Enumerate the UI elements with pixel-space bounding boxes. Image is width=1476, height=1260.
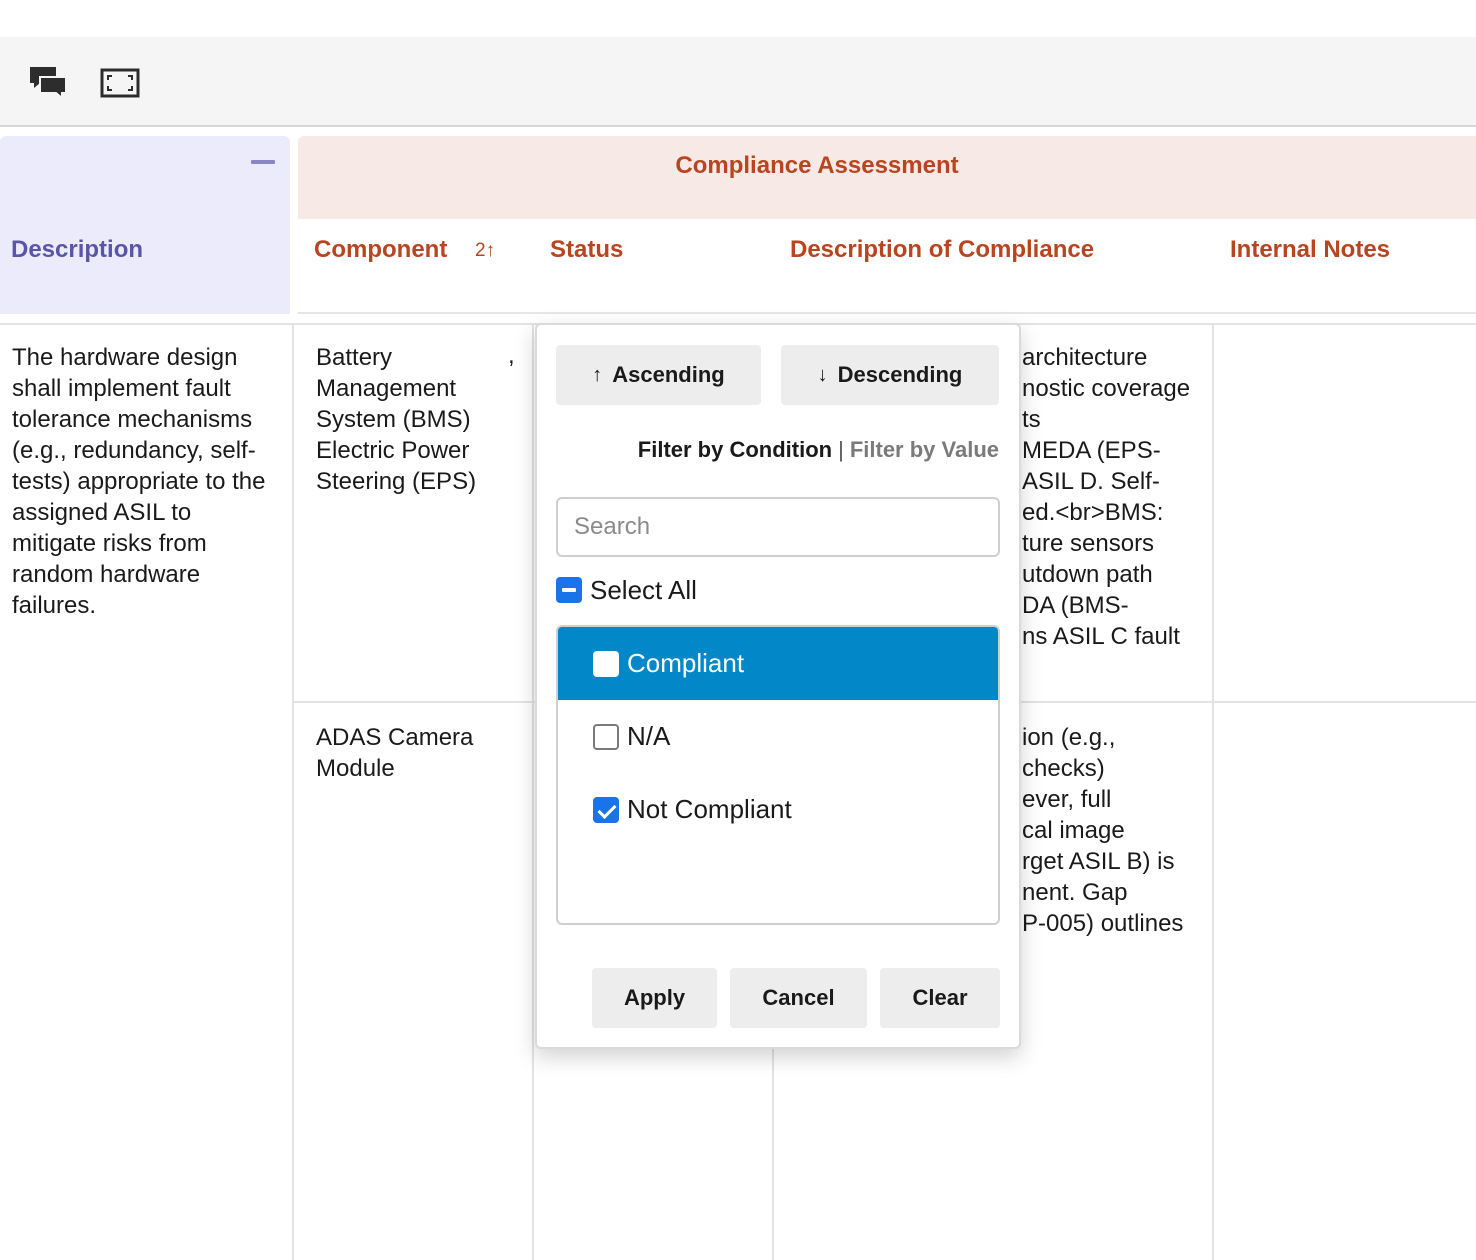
filter-option-not-compliant[interactable]: Not Compliant	[558, 773, 998, 846]
filter-value-list[interactable]: Compliant N/A Not Compliant	[556, 625, 1000, 925]
arrow-down-icon: ↓	[817, 363, 828, 386]
filter-option-compliant[interactable]: Compliant	[558, 627, 998, 700]
cell-line: ns ASIL C fault	[1022, 623, 1180, 650]
cell-line: nostic coverage	[1022, 375, 1191, 402]
filter-search-input[interactable]	[556, 497, 1000, 557]
cell-line: ever, full	[1022, 786, 1112, 813]
cell-line: ts	[1022, 406, 1041, 433]
select-all-checkbox[interactable]: Select All	[556, 574, 697, 606]
column-header-internal-notes[interactable]: Internal Notes	[1230, 236, 1390, 264]
cell-line: MEDA (EPS-	[1022, 437, 1161, 464]
table-cell-description[interactable]: The hardware design shall implement faul…	[12, 342, 277, 621]
checkbox-unchecked-icon[interactable]	[593, 723, 619, 750]
sort-descending-label: Descending	[837, 362, 963, 387]
sort-ascending-button[interactable]: ↑ Ascending	[556, 345, 761, 405]
toolbar	[0, 37, 1476, 127]
filter-by-condition-link[interactable]: Filter by Condition	[638, 437, 832, 462]
column-header-status[interactable]: Status	[550, 236, 623, 264]
cell-line: nent. Gap	[1022, 879, 1128, 906]
column-header-description-of-compliance[interactable]: Description of Compliance	[790, 236, 1094, 264]
arrow-up-icon: ↑	[592, 363, 603, 386]
indeterminate-checkbox-icon	[556, 577, 582, 603]
cell-line: P-005) outlines	[1022, 910, 1184, 937]
cell-line: architecture	[1022, 344, 1148, 371]
column-divider	[532, 323, 534, 1260]
table-cell-compliance-description[interactable]: ion (e.g., checks) ever, full cal image …	[1022, 722, 1210, 939]
cell-line: ASIL D. Self-	[1022, 468, 1160, 495]
sort-indicator: 2↑	[475, 240, 496, 261]
cell-line: ed.<br>BMS:	[1022, 499, 1164, 526]
filter-option-label: Compliant	[627, 648, 745, 678]
fullscreen-icon[interactable]	[98, 63, 142, 103]
table-cell-component[interactable]: Battery Management System (BMS) Electric…	[316, 342, 516, 497]
cancel-button[interactable]: Cancel	[730, 968, 867, 1028]
comments-icon[interactable]	[26, 63, 70, 103]
column-divider	[292, 323, 294, 1260]
table-cell-compliance-description[interactable]: architecture nostic coverage ts MEDA (EP…	[1022, 342, 1210, 652]
filter-by-value-link[interactable]: Filter by Value	[850, 437, 999, 462]
filter-separator: |	[838, 437, 844, 462]
table-cell-component-extra: ,	[508, 342, 515, 369]
cell-line: ture sensors	[1022, 530, 1155, 557]
table-cell-component[interactable]: ADAS Camera Module	[316, 722, 516, 784]
cell-line: rget ASIL B) is	[1022, 848, 1175, 875]
select-all-label: Select All	[590, 574, 697, 605]
cell-line: DA (BMS-	[1022, 592, 1129, 619]
compliance-group-title: Compliance Assessment	[675, 152, 959, 179]
checkbox-checked-icon[interactable]	[593, 796, 619, 823]
cell-line: checks)	[1022, 755, 1105, 782]
cell-line: utdown path	[1022, 561, 1153, 588]
sort-ascending-label: Ascending	[612, 362, 725, 387]
sort-descending-button[interactable]: ↓ Descending	[781, 345, 999, 405]
filter-option-label: N/A	[627, 721, 671, 751]
column-header-row	[298, 219, 1476, 314]
column-header-description[interactable]: Description	[11, 236, 143, 264]
filter-option-label: Not Compliant	[627, 794, 792, 824]
column-header-component[interactable]: Component	[314, 236, 447, 264]
filter-mode-switch: Filter by Condition | Filter by Value	[638, 437, 999, 463]
checkbox-unchecked-icon[interactable]	[593, 650, 619, 677]
cell-line: ion (e.g.,	[1022, 724, 1116, 751]
apply-button[interactable]: Apply	[592, 968, 717, 1028]
clear-button[interactable]: Clear	[880, 968, 1000, 1028]
column-divider	[1212, 323, 1214, 1260]
cell-line: cal image	[1022, 817, 1125, 844]
filter-option-na[interactable]: N/A	[558, 700, 998, 773]
